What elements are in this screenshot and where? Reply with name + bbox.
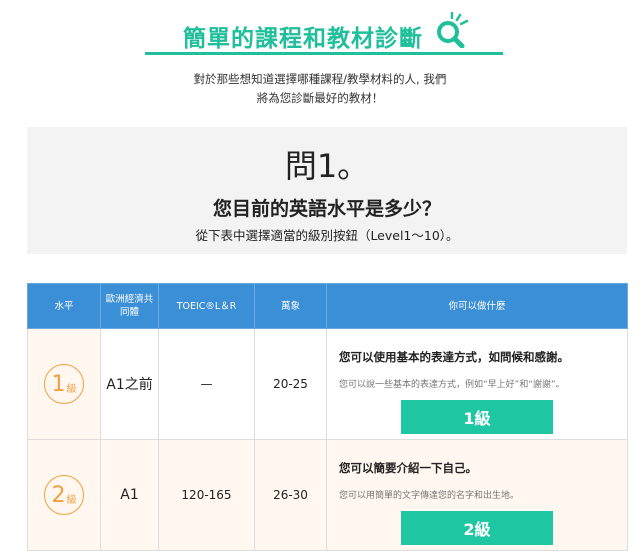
can-do-heading: 您可以簡要介紹一下自己。: [339, 461, 477, 475]
level-badge: 2級: [44, 475, 84, 515]
can-do-cell: 您可以使用基本的表達方式，如問候和感謝。 您可以說一些基本的表達方式，例如“早上…: [326, 328, 628, 440]
intro-line-2: 將為您診斷最好的教材！: [256, 91, 384, 105]
level-cell: 2級: [27, 439, 101, 551]
toeic-cell: 120-165: [158, 439, 255, 551]
question-instruction: 從下表中選擇適當的級別按鈕（Level1〜10）。: [195, 228, 459, 243]
level-badge: 1級: [44, 364, 84, 404]
cefr-cell: A1: [100, 439, 159, 551]
question-box: 問1。 您目前的英語水平是多少？ 從下表中選擇適當的級別按鈕（Level1〜10…: [27, 127, 627, 254]
can-do-description: 您可以用簡單的文字傳達您的名字和出生地。: [339, 491, 520, 501]
can-do-heading: 您可以使用基本的表達方式，如問候和感謝。: [339, 350, 569, 364]
level-1-button[interactable]: 1級: [401, 400, 553, 434]
header-level: 水平: [27, 283, 101, 329]
level-table: 水平 歐洲經濟共 同體 TOEIC®L＆R 萬象 你可以做什麼 1級 A1之前 …: [27, 283, 628, 551]
intro-text: 對於那些想知道選擇哪種課程/教學材料的人, 我們 將為您診斷最好的教材！: [0, 70, 640, 108]
intro-line-1: 對於那些想知道選擇哪種課程/教學材料的人, 我們: [193, 72, 447, 86]
badge-number: 1: [51, 371, 66, 397]
search-icon: [437, 12, 469, 48]
cefr-cell: A1之前: [100, 328, 159, 440]
badge-number: 2: [51, 482, 66, 508]
question-number: 問1。: [284, 147, 370, 185]
level-cell: 1級: [27, 328, 101, 440]
badge-unit: 級: [66, 383, 77, 395]
eiken-cell: 20-25: [254, 328, 327, 440]
eiken-cell: 26-30: [254, 439, 327, 551]
table-row: 1級 A1之前 — 20-25 您可以使用基本的表達方式，如問候和感謝。 您可以…: [27, 328, 628, 440]
level-2-button[interactable]: 2級: [401, 511, 553, 545]
header-can-do: 你可以做什麼: [326, 283, 628, 329]
can-do-description: 您可以說一些基本的表達方式，例如“早上好”和“謝謝”。: [339, 380, 565, 390]
page-header: 簡單的課程和教材診斷: [0, 0, 640, 64]
badge-unit: 級: [66, 494, 77, 506]
page-title: 簡單的課程和教材診斷: [183, 26, 423, 52]
header-eiken: 萬象: [254, 283, 327, 329]
table-header-row: 水平 歐洲經濟共 同體 TOEIC®L＆R 萬象 你可以做什麼: [27, 283, 628, 329]
toeic-cell: —: [158, 328, 255, 440]
header-cefr: 歐洲經濟共 同體: [100, 283, 159, 329]
table-row: 2級 A1 120-165 26-30 您可以簡要介紹一下自己。 您可以用簡單的…: [27, 439, 628, 551]
title-underline: [145, 52, 503, 55]
header-toeic: TOEIC®L＆R: [158, 283, 255, 329]
can-do-cell: 您可以簡要介紹一下自己。 您可以用簡單的文字傳達您的名字和出生地。 2級: [326, 439, 628, 551]
question-text: 您目前的英語水平是多少？: [212, 198, 441, 220]
